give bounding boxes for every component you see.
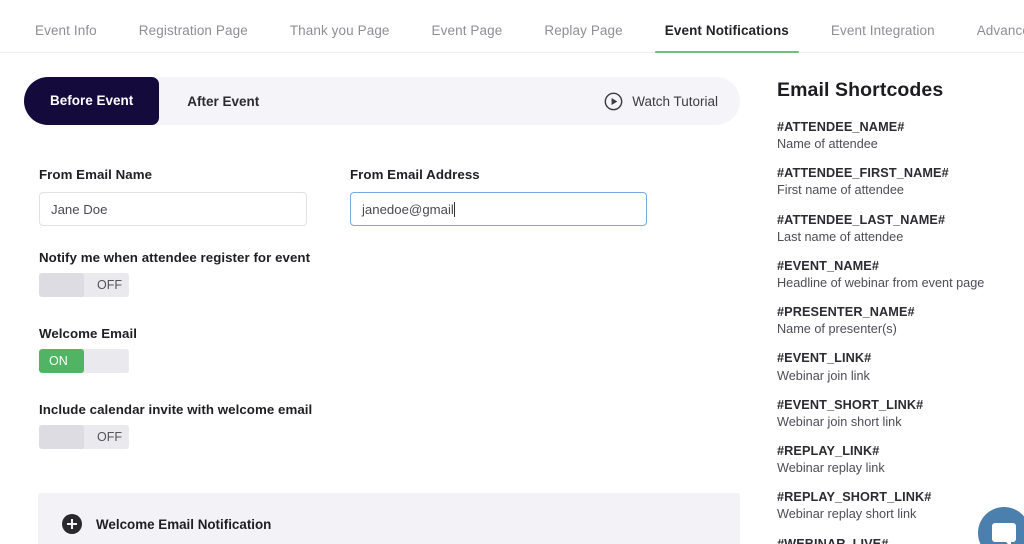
shortcode-item: #ATTENDEE_FIRST_NAME# First name of atte… xyxy=(777,165,1024,199)
shortcode-description: First name of attendee xyxy=(777,183,904,198)
from-email-name-value: Jane Doe xyxy=(51,201,108,217)
shortcode-description: Last name of attendee xyxy=(777,229,904,244)
from-email-address-input[interactable]: janedoe@gmail xyxy=(350,192,647,226)
shortcode-item: #REPLAY_LINK# Webinar replay link xyxy=(777,443,1024,477)
from-email-row: From Email Name Jane Doe From Email Addr… xyxy=(39,167,764,226)
calendar-invite-label: Include calendar invite with welcome ema… xyxy=(39,402,313,417)
text-cursor xyxy=(453,201,455,217)
from-email-address-label: From Email Address xyxy=(350,167,480,182)
tab-event-notifications[interactable]: Event Notifications xyxy=(654,23,800,53)
welcome-email-state: ON xyxy=(49,354,68,368)
tab-event-info[interactable]: Event Info xyxy=(25,23,107,53)
shortcode-code[interactable]: #EVENT_SHORT_LINK# xyxy=(777,397,1024,414)
welcome-email-group: Welcome Email ON xyxy=(39,326,764,373)
tab-replay-page[interactable]: Replay Page xyxy=(534,23,632,53)
calendar-invite-state: OFF xyxy=(97,430,122,444)
email-shortcodes-panel: Email Shortcodes #ATTENDEE_NAME# Name of… xyxy=(764,53,1024,544)
watch-tutorial-button[interactable]: Watch Tutorial xyxy=(604,92,718,111)
tab-thank-you-page[interactable]: Thank you Page xyxy=(280,23,400,53)
welcome-email-label: Welcome Email xyxy=(39,326,137,341)
from-email-address-value: janedoe@gmail xyxy=(362,201,454,217)
chat-bubble-icon xyxy=(992,523,1016,544)
toggle-knob xyxy=(39,425,84,449)
shortcode-item: #ATTENDEE_NAME# Name of attendee xyxy=(777,119,1024,153)
shortcode-item: #EVENT_SHORT_LINK# Webinar join short li… xyxy=(777,397,1024,431)
shortcode-description: Name of attendee xyxy=(777,137,878,152)
calendar-invite-group: Include calendar invite with welcome ema… xyxy=(39,402,764,449)
welcome-email-notification-accordion[interactable]: Welcome Email Notification xyxy=(38,493,740,544)
from-email-address-field-group: From Email Address janedoe@gmail xyxy=(350,167,647,226)
accordion-title: Welcome Email Notification xyxy=(96,516,272,532)
shortcode-item: #EVENT_NAME# Headline of webinar from ev… xyxy=(777,258,1024,292)
settings-column: Before Event After Event Watch Tutorial … xyxy=(0,53,764,544)
tab-registration-page[interactable]: Registration Page xyxy=(129,23,258,53)
shortcode-code[interactable]: #ATTENDEE_FIRST_NAME# xyxy=(777,165,1024,182)
shortcode-description: Webinar join short link xyxy=(777,414,902,429)
toggle-knob: ON xyxy=(39,349,84,373)
tab-event-page[interactable]: Event Page xyxy=(422,23,513,53)
primary-tab-bar: Event Info Registration Page Thank you P… xyxy=(0,0,1024,53)
welcome-email-toggle[interactable]: ON xyxy=(39,349,129,373)
shortcode-code[interactable]: #ATTENDEE_NAME# xyxy=(777,119,1024,136)
tab-advanced-options[interactable]: Advanced Options xyxy=(967,23,1024,53)
notify-on-register-state: OFF xyxy=(97,278,122,292)
email-shortcodes-heading: Email Shortcodes xyxy=(777,79,944,101)
shortcode-description: Webinar join link xyxy=(777,368,870,383)
from-email-name-field-group: From Email Name Jane Doe xyxy=(39,167,307,226)
segment-after-event[interactable]: After Event xyxy=(177,94,269,109)
shortcode-code[interactable]: #EVENT_NAME# xyxy=(777,258,1024,275)
shortcode-description: Headline of webinar from event page xyxy=(777,275,985,290)
event-phase-segmented-control: Before Event After Event Watch Tutorial xyxy=(24,77,740,125)
tab-event-integration[interactable]: Event Integration xyxy=(821,23,945,53)
page-body: Before Event After Event Watch Tutorial … xyxy=(0,53,1024,544)
shortcode-code[interactable]: #PRESENTER_NAME# xyxy=(777,304,1024,321)
toggle-knob xyxy=(39,273,84,297)
shortcode-item: #PRESENTER_NAME# Name of presenter(s) xyxy=(777,304,1024,338)
shortcode-code[interactable]: #REPLAY_LINK# xyxy=(777,443,1024,460)
calendar-invite-toggle[interactable]: OFF xyxy=(39,425,129,449)
segment-before-event[interactable]: Before Event xyxy=(24,77,160,125)
shortcode-code[interactable]: #REPLAY_SHORT_LINK# xyxy=(777,489,1024,506)
plus-circle-icon xyxy=(62,514,82,534)
notify-on-register-label: Notify me when attendee register for eve… xyxy=(39,250,311,265)
notify-on-register-toggle[interactable]: OFF xyxy=(39,273,129,297)
notify-on-register-group: Notify me when attendee register for eve… xyxy=(39,250,764,297)
watch-tutorial-label: Watch Tutorial xyxy=(632,93,718,109)
play-circle-icon xyxy=(604,92,623,110)
shortcode-description: Name of presenter(s) xyxy=(777,322,897,337)
shortcode-description: Webinar replay link xyxy=(777,461,885,476)
shortcode-code[interactable]: #EVENT_LINK# xyxy=(777,350,1024,367)
from-email-name-input[interactable]: Jane Doe xyxy=(39,192,307,226)
shortcode-item: #ATTENDEE_LAST_NAME# Last name of attend… xyxy=(777,212,1024,246)
shortcode-code[interactable]: #ATTENDEE_LAST_NAME# xyxy=(777,212,1024,229)
shortcode-item: #EVENT_LINK# Webinar join link xyxy=(777,350,1024,384)
from-email-name-label: From Email Name xyxy=(39,167,153,182)
